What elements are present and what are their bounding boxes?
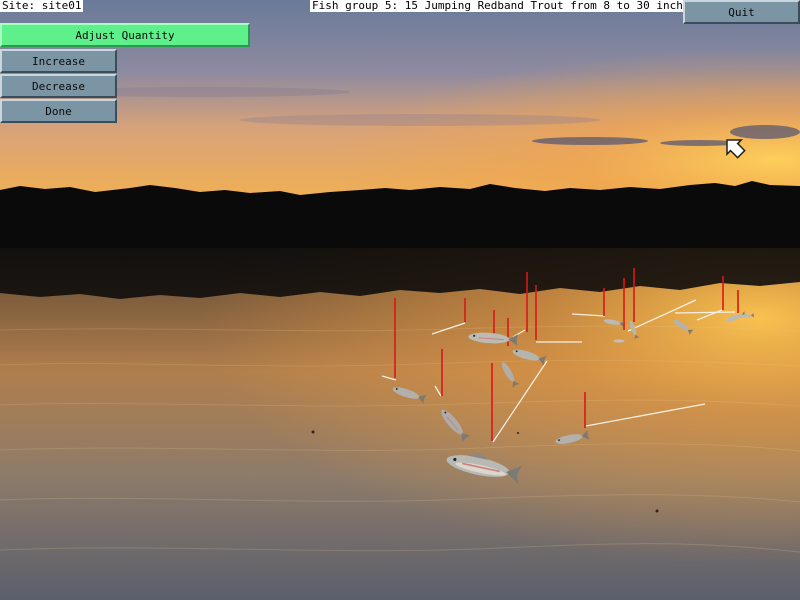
decrease-button[interactable]: Decrease	[0, 74, 117, 98]
site-label: Site: site01	[0, 0, 84, 12]
adjust-quantity-button[interactable]: Adjust Quantity	[0, 23, 250, 47]
fish-group-label: Fish group 5: 15 Jumping Redband Trout f…	[310, 0, 699, 12]
game-scene[interactable]	[0, 0, 800, 600]
increase-button[interactable]: Increase	[0, 49, 117, 73]
tree-line	[0, 181, 800, 250]
quit-button[interactable]: Quit	[683, 0, 800, 24]
water-reflection	[0, 248, 800, 600]
done-button[interactable]: Done	[0, 99, 117, 123]
trout-icon[interactable]	[613, 339, 625, 343]
